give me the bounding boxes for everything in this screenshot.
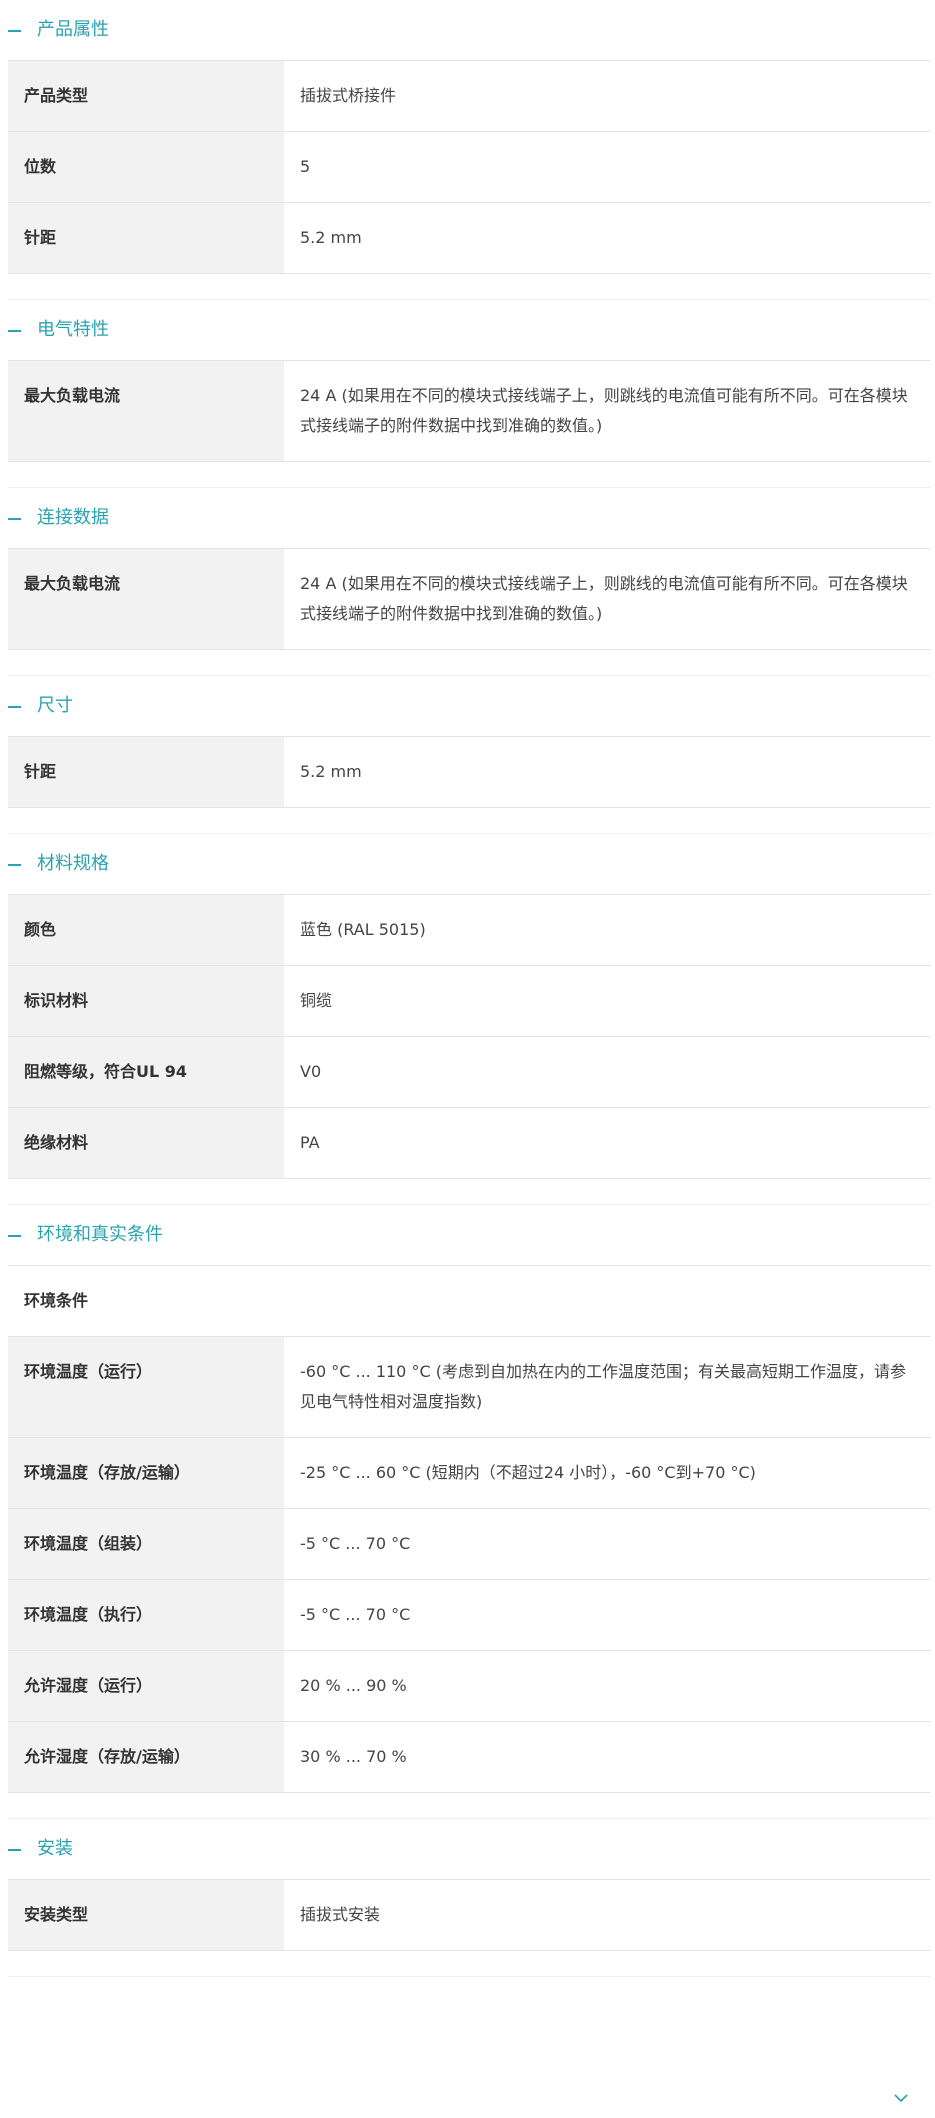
minus-icon[interactable] <box>8 518 21 520</box>
section-title: 产品属性 <box>37 19 109 40</box>
table-row: 允许湿度（运行） 20 % ... 90 % <box>8 1651 931 1722</box>
spec-label: 允许湿度（存放/运输） <box>8 1722 284 1792</box>
spec-label: 环境温度（存放/运输） <box>8 1438 284 1508</box>
spec-table: 最大负载电流 24 A (如果用在不同的模块式接线端子上，则跳线的电流值可能有所不… <box>8 360 931 462</box>
spec-value: 24 A (如果用在不同的模块式接线端子上，则跳线的电流值可能有所不同。可在各模… <box>300 574 908 623</box>
minus-icon[interactable] <box>8 1235 21 1237</box>
section-title: 环境和真实条件 <box>37 1224 163 1245</box>
spec-value: -25 °C ... 60 °C (短期内（不超过24 小时），-60 °C到+… <box>300 1463 756 1482</box>
spec-value: -60 °C ... 110 °C (考虑到自加热在内的工作温度范围；有关最高短… <box>300 1362 906 1411</box>
table-row: 环境温度（运行） -60 °C ... 110 °C (考虑到自加热在内的工作温度… <box>8 1337 931 1438</box>
minus-icon[interactable] <box>8 330 21 332</box>
section-divider <box>8 1793 931 1819</box>
section-title: 电气特性 <box>37 319 109 340</box>
table-row: 针距 5.2 mm <box>8 203 931 274</box>
section-title: 材料规格 <box>37 853 109 874</box>
spec-value: 插拔式桥接件 <box>300 86 397 105</box>
spec-value: -5 °C ... 70 °C <box>300 1534 411 1553</box>
spec-label: 产品类型 <box>8 61 284 131</box>
section-title: 安装 <box>37 1838 73 1859</box>
spec-value: 5 <box>300 157 311 176</box>
section-divider <box>8 650 931 676</box>
chevron-down-icon[interactable] <box>893 2090 909 2106</box>
section-title: 连接数据 <box>37 507 109 528</box>
spec-label: 位数 <box>8 132 284 202</box>
spec-value: 蓝色 (RAL 5015) <box>300 920 426 939</box>
spec-value: 30 % ... 70 % <box>300 1747 407 1766</box>
spec-table: 产品类型 插拔式桥接件 位数 5 针距 5.2 mm <box>8 60 931 274</box>
section-header[interactable]: 连接数据 <box>8 488 931 548</box>
spec-label: 安装类型 <box>8 1880 284 1950</box>
table-row: 产品类型 插拔式桥接件 <box>8 61 931 132</box>
spec-label: 绝缘材料 <box>8 1108 284 1178</box>
spec-label: 针距 <box>8 737 284 807</box>
spec-section: 产品属性 产品类型 插拔式桥接件 位数 5 针距 5.2 mm <box>8 0 931 300</box>
table-row: 位数 5 <box>8 132 931 203</box>
table-row: 颜色 蓝色 (RAL 5015) <box>8 895 931 966</box>
spec-label: 环境温度（运行） <box>8 1337 284 1437</box>
table-row: 最大负载电流 24 A (如果用在不同的模块式接线端子上，则跳线的电流值可能有所不… <box>8 549 931 650</box>
spec-value: 20 % ... 90 % <box>300 1676 407 1695</box>
section-header[interactable]: 产品属性 <box>8 0 931 60</box>
section-divider <box>8 274 931 300</box>
table-row: 阻燃等级，符合UL 94 V0 <box>8 1037 931 1108</box>
spec-value: 5.2 mm <box>300 228 362 247</box>
spec-label: 环境温度（组装） <box>8 1509 284 1579</box>
table-row: 环境温度（执行） -5 °C ... 70 °C <box>8 1580 931 1651</box>
spec-value: -5 °C ... 70 °C <box>300 1605 411 1624</box>
spec-label: 允许湿度（运行） <box>8 1651 284 1721</box>
spec-label: 针距 <box>8 203 284 273</box>
section-title: 尺寸 <box>37 695 73 716</box>
section-divider <box>8 808 931 834</box>
table-row: 标识材料 铜缆 <box>8 966 931 1037</box>
spec-value: PA <box>300 1133 320 1152</box>
spec-table: 颜色 蓝色 (RAL 5015) 标识材料 铜缆 阻燃等级，符合UL 94 V0 绝缘材料 P… <box>8 894 931 1179</box>
table-row: 环境温度（存放/运输） -25 °C ... 60 °C (短期内（不超过24 小… <box>8 1438 931 1509</box>
spec-value: 铜缆 <box>300 991 333 1010</box>
section-divider <box>8 1951 931 1977</box>
spec-section: 电气特性最大负载电流 24 A (如果用在不同的模块式接线端子上，则跳线的电流值可… <box>8 300 931 488</box>
spec-table: 最大负载电流 24 A (如果用在不同的模块式接线端子上，则跳线的电流值可能有所不… <box>8 548 931 650</box>
spec-value: 24 A (如果用在不同的模块式接线端子上，则跳线的电流值可能有所不同。可在各模… <box>300 386 908 435</box>
spec-table: 安装类型 插拔式安装 <box>8 1879 931 1951</box>
spec-section: 连接数据最大负载电流 24 A (如果用在不同的模块式接线端子上，则跳线的电流值可… <box>8 488 931 676</box>
section-header[interactable]: 安装 <box>8 1819 931 1879</box>
table-subheading-row: 环境条件 <box>8 1266 931 1337</box>
spec-table: 针距 5.2 mm <box>8 736 931 808</box>
spec-section: 尺寸针距 5.2 mm <box>8 676 931 834</box>
spec-value: 5.2 mm <box>300 762 362 781</box>
spec-section: 材料规格 颜色 蓝色 (RAL 5015) 标识材料 铜缆 阻燃等级，符合UL 94 V0 绝… <box>8 834 931 1205</box>
section-header[interactable]: 电气特性 <box>8 300 931 360</box>
spec-value: 插拔式安装 <box>300 1905 381 1924</box>
spec-label: 最大负载电流 <box>8 361 284 461</box>
minus-icon[interactable] <box>8 864 21 866</box>
table-row: 安装类型 插拔式安装 <box>8 1880 931 1951</box>
spec-label: 标识材料 <box>8 966 284 1036</box>
minus-icon[interactable] <box>8 1849 21 1851</box>
section-header[interactable]: 环境和真实条件 <box>8 1205 931 1265</box>
section-divider <box>8 462 931 488</box>
section-header[interactable]: 材料规格 <box>8 834 931 894</box>
spec-value: V0 <box>300 1062 322 1081</box>
spec-label: 最大负载电流 <box>8 549 284 649</box>
table-row: 绝缘材料 PA <box>8 1108 931 1179</box>
spec-table: 环境条件 环境温度（运行） -60 °C ... 110 °C (考虑到自加热在内的… <box>8 1265 931 1793</box>
table-row: 针距 5.2 mm <box>8 737 931 808</box>
table-row: 允许湿度（存放/运输） 30 % ... 70 % <box>8 1722 931 1793</box>
product-specs: 产品属性 产品类型 插拔式桥接件 位数 5 针距 5.2 mm 电气特性 最大负载电流 24 A … <box>8 0 931 1977</box>
spec-label: 环境温度（执行） <box>8 1580 284 1650</box>
section-divider <box>8 1179 931 1205</box>
section-header[interactable]: 尺寸 <box>8 676 931 736</box>
spec-label: 颜色 <box>8 895 284 965</box>
spec-section: 环境和真实条件环境条件 环境温度（运行） -60 °C ... 110 °C (考虑… <box>8 1205 931 1819</box>
spec-section: 安装安装类型 插拔式安装 <box>8 1819 931 1977</box>
table-row: 最大负载电流 24 A (如果用在不同的模块式接线端子上，则跳线的电流值可能有所不… <box>8 361 931 462</box>
table-row: 环境温度（组装） -5 °C ... 70 °C <box>8 1509 931 1580</box>
table-subheading: 环境条件 <box>8 1266 931 1336</box>
minus-icon[interactable] <box>8 706 21 708</box>
minus-icon[interactable] <box>8 30 21 32</box>
spec-label: 阻燃等级，符合UL 94 <box>8 1037 284 1107</box>
